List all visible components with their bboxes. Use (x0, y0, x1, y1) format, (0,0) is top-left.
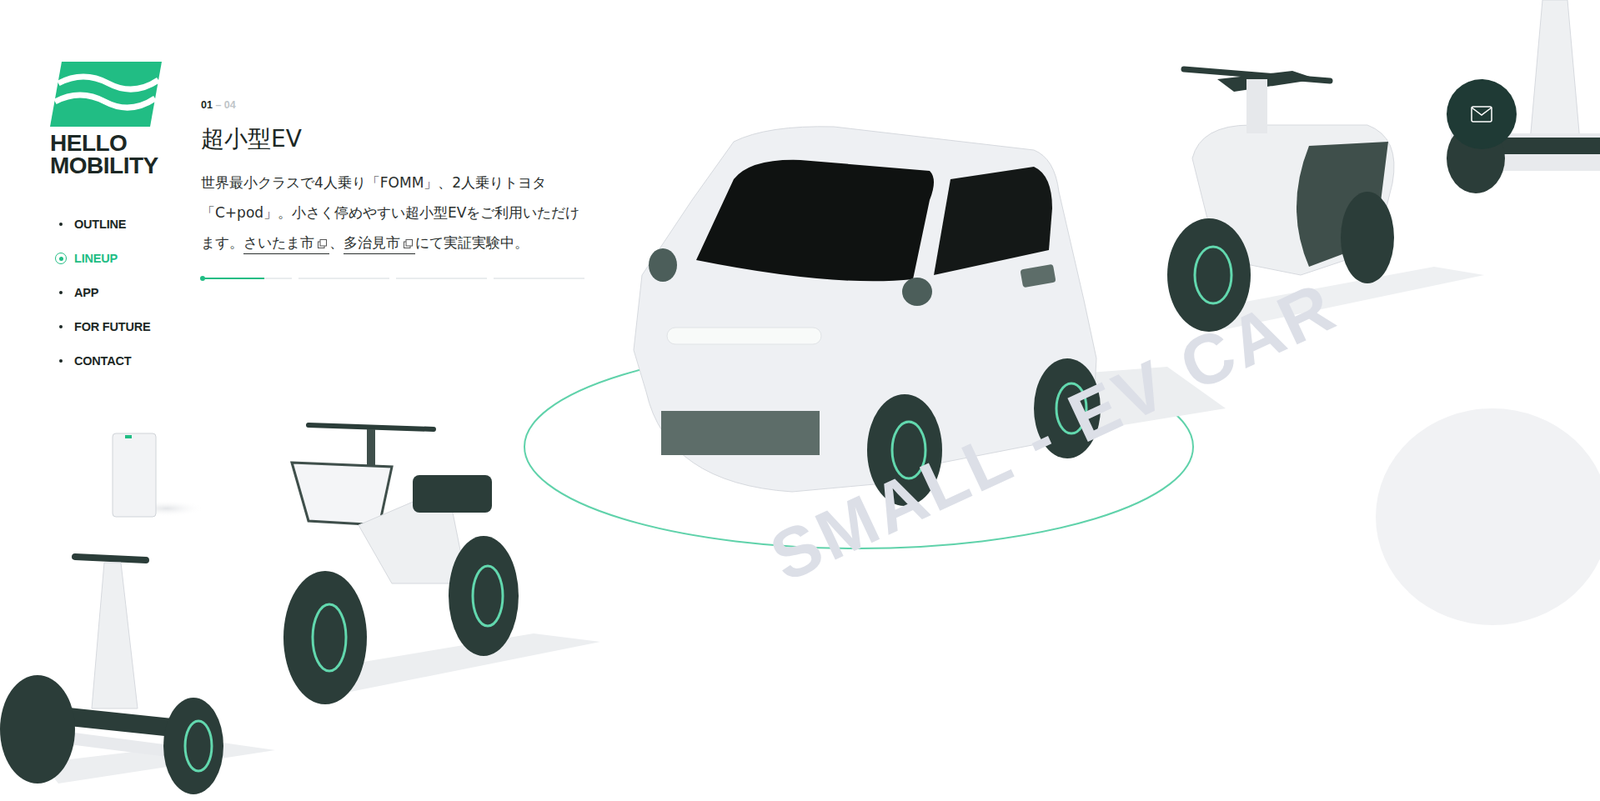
segway-left-image (0, 556, 276, 795)
mail-button[interactable] (1446, 79, 1517, 150)
city-link[interactable]: 多治見市 (343, 234, 416, 255)
nav-label: OUTLINE (74, 215, 126, 235)
segway-right-image (1446, 0, 1600, 194)
logo-text: HELLOMOBILITY (50, 131, 201, 178)
logo-icon (50, 61, 162, 127)
bicycle-image (283, 425, 601, 705)
logo[interactable]: HELLOMOBILITY (50, 61, 201, 178)
city-link[interactable]: さいたま市 (243, 234, 330, 255)
slide-counter: 01 – 04 (200, 97, 602, 114)
sidebar: HELLOMOBILITY OUTLINE LINEUP APP FOR FUTURE… (0, 0, 201, 379)
battery-image (112, 433, 205, 517)
slide-progress (200, 277, 585, 280)
description-text: にて実証実験中。 (415, 234, 529, 251)
nav-label: LINEUP (74, 250, 118, 269)
progress-fill (200, 277, 265, 280)
logo-line: MOBILITY (50, 154, 201, 177)
logo-line: HELLO (50, 131, 201, 155)
nav-item[interactable]: OUTLINE (55, 207, 201, 242)
nav-item[interactable]: FOR FUTURE (55, 310, 201, 345)
current-slide: 01 (200, 99, 213, 111)
total-slides: – 04 (215, 99, 236, 111)
slide-description: 世界最小クラスで4人乗り「FOMM」、2人乗りトヨタ「C+pod」。小さく停めや… (200, 167, 593, 258)
nav-label: APP (74, 284, 99, 303)
external-link-icon (317, 239, 327, 249)
progress-track[interactable] (396, 277, 487, 280)
nav-menu: OUTLINE LINEUP APP FOR FUTURE CONTACT (55, 207, 201, 379)
link-text: 多治見市 (343, 234, 401, 251)
vehicle-scene (0, 0, 1600, 801)
mail-icon (1470, 105, 1493, 123)
bullet-icon (59, 290, 63, 295)
link-text: さいたま市 (243, 234, 315, 251)
external-link-icon (403, 239, 413, 249)
progress-track[interactable] (298, 277, 390, 280)
bullet-icon (59, 222, 63, 226)
nav-label: FOR FUTURE (74, 318, 151, 337)
slide-info: 01 – 04 超小型EV 世界最小クラスで4人乗り「FOMM」、2人乗りトヨタ… (200, 0, 602, 379)
bullet-icon (59, 359, 63, 363)
progress-track[interactable] (200, 277, 292, 280)
nav-item[interactable]: CONTACT (55, 344, 201, 379)
description-text: 、 (329, 234, 344, 251)
nav-item[interactable]: APP (55, 275, 201, 311)
progress-track[interactable] (493, 277, 585, 280)
bullet-icon (59, 325, 63, 329)
slide-title: 超小型EV (200, 125, 602, 154)
nav-label: CONTACT (74, 352, 131, 372)
nav-item[interactable]: LINEUP (55, 241, 201, 276)
active-ring-icon (55, 252, 67, 265)
